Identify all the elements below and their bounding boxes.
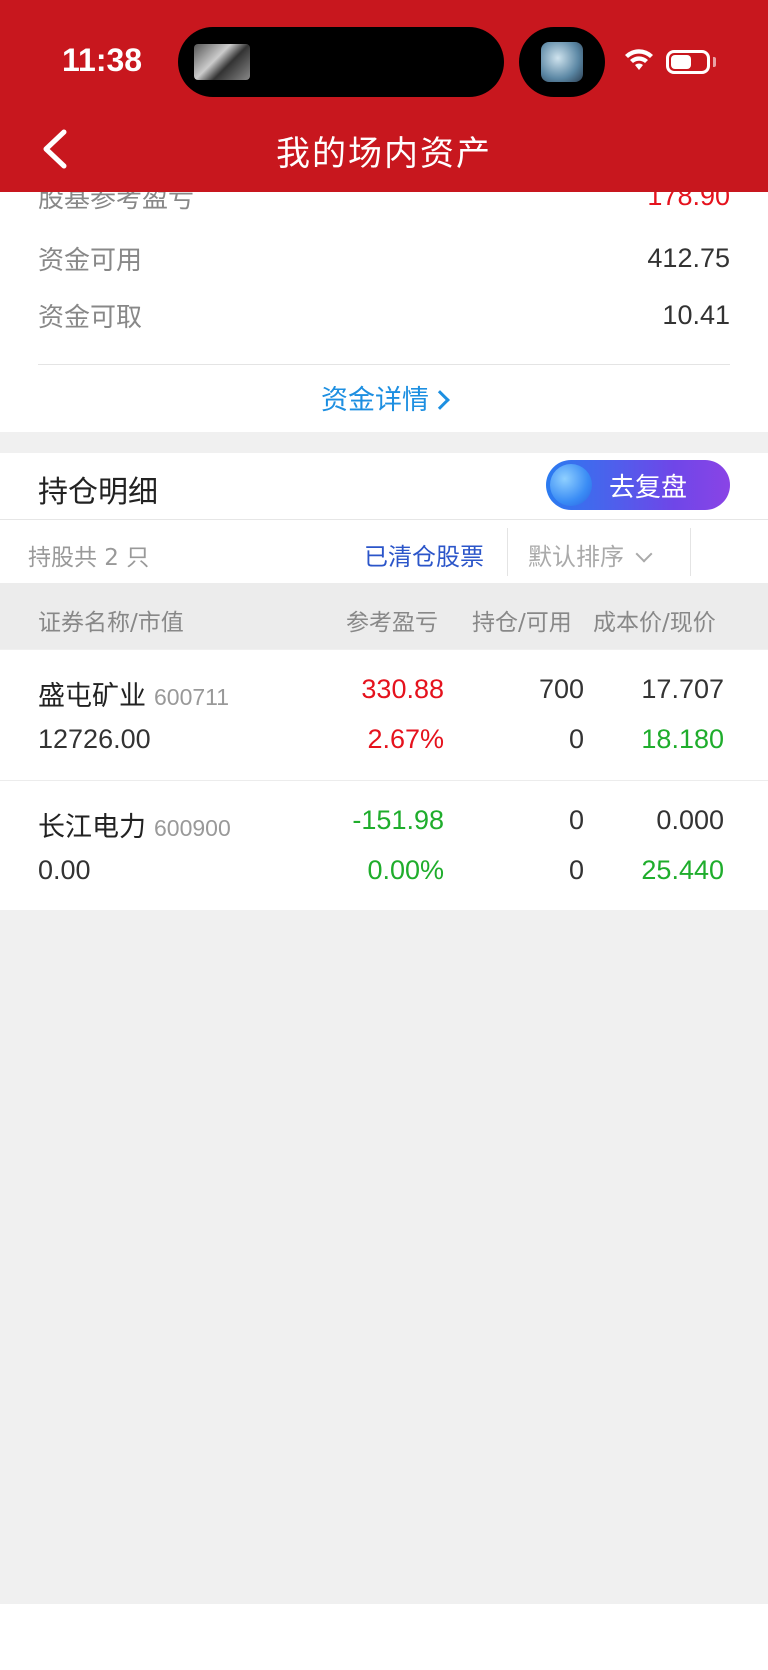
market-value: 12726.00: [38, 724, 151, 754]
pnl-percent: 0.00%: [367, 855, 444, 885]
funds-card: 股基参考盈亏 178.90 资金可用 412.75 资金可取 10.41 资金详…: [0, 181, 768, 432]
position-qty: 700: [538, 674, 584, 704]
fund-detail-label: 资金详情: [321, 385, 429, 416]
column-header-price: 成本价/现价: [593, 610, 716, 636]
divider: [507, 528, 508, 576]
table-row[interactable]: 长江电力 600900 0.00 -151.98 0.00% 0 0 0.000 …: [0, 780, 768, 910]
column-header-pnl: 参考盈亏: [346, 610, 438, 636]
stock-code: 600711: [154, 684, 230, 710]
fund-detail-link[interactable]: 资金详情: [0, 378, 768, 417]
holdings-filter-bar: 持股共 2 只 已清仓股票 默认排序: [0, 519, 768, 583]
cost-price: 0.000: [656, 805, 724, 835]
bottom-safe-area: [0, 1604, 768, 1670]
available-qty: 0: [568, 855, 584, 885]
dynamic-island-secondary: [519, 27, 605, 97]
stock-name-cell: 长江电力 600900: [38, 805, 231, 844]
app-avatar-icon: [541, 42, 583, 82]
fund-row-available: 资金可用 412.75: [38, 238, 730, 278]
fund-label: 资金可取: [38, 302, 143, 333]
pnl-value: 330.88: [361, 674, 444, 704]
table-header: 证券名称/市值 参考盈亏 持仓/可用 成本价/现价: [0, 583, 768, 649]
table-row[interactable]: 盛屯矿业 600711 12726.00 330.88 2.67% 700 0 1…: [0, 650, 768, 780]
holdings-count: 持股共 2 只: [28, 545, 150, 571]
app-header: 11:38 我的场内资产: [0, 0, 768, 192]
divider: [690, 528, 691, 576]
stock-name: 长江电力: [38, 812, 146, 843]
battery-icon: [666, 50, 710, 74]
stock-name-cell: 盛屯矿业 600711: [38, 674, 229, 713]
fund-label: 资金可用: [38, 245, 143, 276]
market-value: 0.00: [38, 855, 91, 885]
media-thumbnail-icon: [194, 44, 250, 80]
stock-name: 盛屯矿业: [38, 681, 146, 712]
review-button[interactable]: 去复盘: [546, 460, 730, 510]
position-qty: 0: [568, 805, 584, 835]
wifi-icon: [625, 49, 653, 70]
current-price: 25.440: [641, 855, 724, 885]
battery-tip: [713, 57, 716, 67]
column-header-name: 证券名称/市值: [38, 610, 184, 636]
status-time: 11:38: [62, 42, 143, 78]
fund-row-withdrawable: 资金可取 10.41: [38, 295, 730, 335]
holdings-title: 持仓明细: [38, 475, 158, 510]
sort-label: 默认排序: [528, 543, 624, 571]
chevron-down-icon: [635, 545, 653, 563]
fund-value: 10.41: [662, 299, 730, 330]
column-header-position: 持仓/可用: [472, 610, 572, 636]
fund-value: 412.75: [647, 242, 730, 273]
holdings-table: 盛屯矿业 600711 12726.00 330.88 2.67% 700 0 1…: [0, 650, 768, 910]
review-button-label: 去复盘: [608, 472, 687, 503]
pnl-value: -151.98: [352, 805, 444, 835]
holdings-header: 持仓明细 去复盘: [0, 453, 768, 519]
dynamic-island: [178, 27, 504, 97]
orb-icon: [550, 464, 592, 506]
sort-dropdown[interactable]: 默认排序: [528, 537, 653, 572]
divider: [38, 364, 730, 365]
chevron-right-icon: [430, 390, 450, 410]
current-price: 18.180: [641, 724, 724, 754]
stock-code: 600900: [154, 815, 231, 841]
cost-price: 17.707: [641, 674, 724, 704]
cleared-stocks-link[interactable]: 已清仓股票: [364, 537, 484, 572]
page-title: 我的场内资产: [276, 134, 492, 174]
pnl-percent: 2.67%: [367, 724, 444, 754]
available-qty: 0: [568, 724, 584, 754]
